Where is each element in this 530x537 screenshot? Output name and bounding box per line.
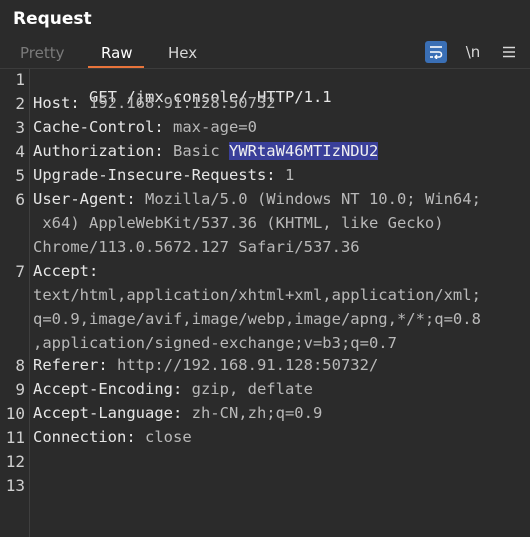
tab-hex[interactable]: Hex (168, 44, 197, 62)
header-key: Upgrade-Insecure-Requests: (33, 166, 276, 184)
raw-request-editor[interactable]: 1 2 3 4 5 6 7 8 9 10 11 12 13 GET /jmx-c… (0, 69, 530, 537)
header-key: Host: (33, 94, 80, 112)
header-value: x64) AppleWebKit/537.36 (KHTML, like Gec… (33, 214, 444, 232)
header-key: Authorization: (33, 142, 164, 160)
view-tabs: Pretty Raw Hex (0, 38, 530, 68)
header-value: gzip, deflate (182, 380, 313, 398)
header-key: Cache-Control: (33, 118, 164, 136)
show-newlines-button[interactable]: \n (462, 41, 484, 63)
request-panel: Request Pretty Raw Hex \n 1 2 3 4 5 6 7 (0, 0, 530, 537)
line-number: 12 (5, 452, 25, 471)
line-number: 4 (15, 142, 25, 161)
line-number: 7 (15, 262, 25, 281)
header-cache-control: Cache-Control: max-age=0 (33, 118, 257, 136)
header-accept-wrap-2: q=0.9,image/avif,image/webp,image/apng,*… (33, 310, 481, 328)
header-upgrade-insecure-requests: Upgrade-Insecure-Requests: 1 (33, 166, 294, 184)
header-key: Accept-Encoding: (33, 380, 183, 398)
line-number: 11 (5, 428, 25, 447)
header-accept-wrap-3: ,application/signed-exchange;v=b3;q=0.7 (33, 334, 397, 352)
header-value: 1 (275, 166, 295, 184)
line-number: 1 (15, 70, 25, 89)
header-key: User-Agent: (33, 190, 136, 208)
tab-pretty[interactable]: Pretty (20, 44, 65, 62)
header-connection: Connection: close (33, 428, 192, 446)
panel-title: Request (13, 9, 92, 29)
line-number: 8 (15, 356, 25, 375)
header-value: 192.168.91.128:50732 (79, 94, 276, 112)
header-key: Referer: (33, 356, 108, 374)
header-key: Accept-Language: (33, 404, 183, 422)
menu-button[interactable] (498, 41, 520, 63)
header-value: Basic (163, 142, 229, 160)
header-referer: Referer: http://192.168.91.128:50732/ (33, 356, 378, 374)
word-wrap-button[interactable] (425, 41, 447, 63)
line-number: 5 (15, 166, 25, 185)
header-value: http://192.168.91.128:50732/ (107, 356, 379, 374)
header-host: Host: 192.168.91.128:50732 (33, 94, 276, 112)
header-value: close (135, 428, 192, 446)
header-accept-wrap-1: text/html,application/xhtml+xml,applicat… (33, 286, 481, 304)
header-key: Connection: (33, 428, 136, 446)
line-number: 2 (15, 94, 25, 113)
header-authorization: Authorization: Basic YWRtaW46MTIzNDU2 (33, 142, 379, 160)
header-accept-language: Accept-Language: zh-CN,zh;q=0.9 (33, 404, 322, 422)
header-value: Chrome/113.0.5672.127 Safari/537.36 (33, 238, 360, 256)
header-user-agent-wrap-1: x64) AppleWebKit/537.36 (KHTML, like Gec… (33, 214, 444, 232)
gutter-divider (29, 69, 30, 537)
tab-raw[interactable]: Raw (101, 44, 133, 62)
hamburger-menu-icon (503, 46, 515, 58)
header-value: text/html,application/xhtml+xml,applicat… (33, 286, 481, 304)
selected-auth-token[interactable]: YWRtaW46MTIzNDU2 (228, 142, 379, 160)
header-value: q=0.9,image/avif,image/webp,image/apng,*… (33, 310, 481, 328)
header-user-agent-wrap-2: Chrome/113.0.5672.127 Safari/537.36 (33, 238, 360, 256)
header-user-agent: User-Agent: Mozilla/5.0 (Windows NT 10.0… (33, 190, 481, 208)
line-number: 9 (15, 380, 25, 399)
header-accept: Accept: (33, 262, 98, 280)
line-number: 6 (15, 190, 25, 209)
line-number: 13 (5, 476, 25, 495)
newline-label: \n (465, 43, 481, 61)
header-key: Accept: (33, 262, 99, 280)
header-value: Mozilla/5.0 (Windows NT 10.0; Win64; (135, 190, 481, 208)
line-number: 3 (15, 118, 25, 137)
line-number: 10 (5, 404, 25, 423)
header-value: max-age=0 (163, 118, 257, 136)
header-value: zh-CN,zh;q=0.9 (182, 404, 323, 422)
header-accept-encoding: Accept-Encoding: gzip, deflate (33, 380, 313, 398)
header-value: ,application/signed-exchange;v=b3;q=0.7 (33, 334, 397, 352)
word-wrap-icon (430, 46, 443, 59)
